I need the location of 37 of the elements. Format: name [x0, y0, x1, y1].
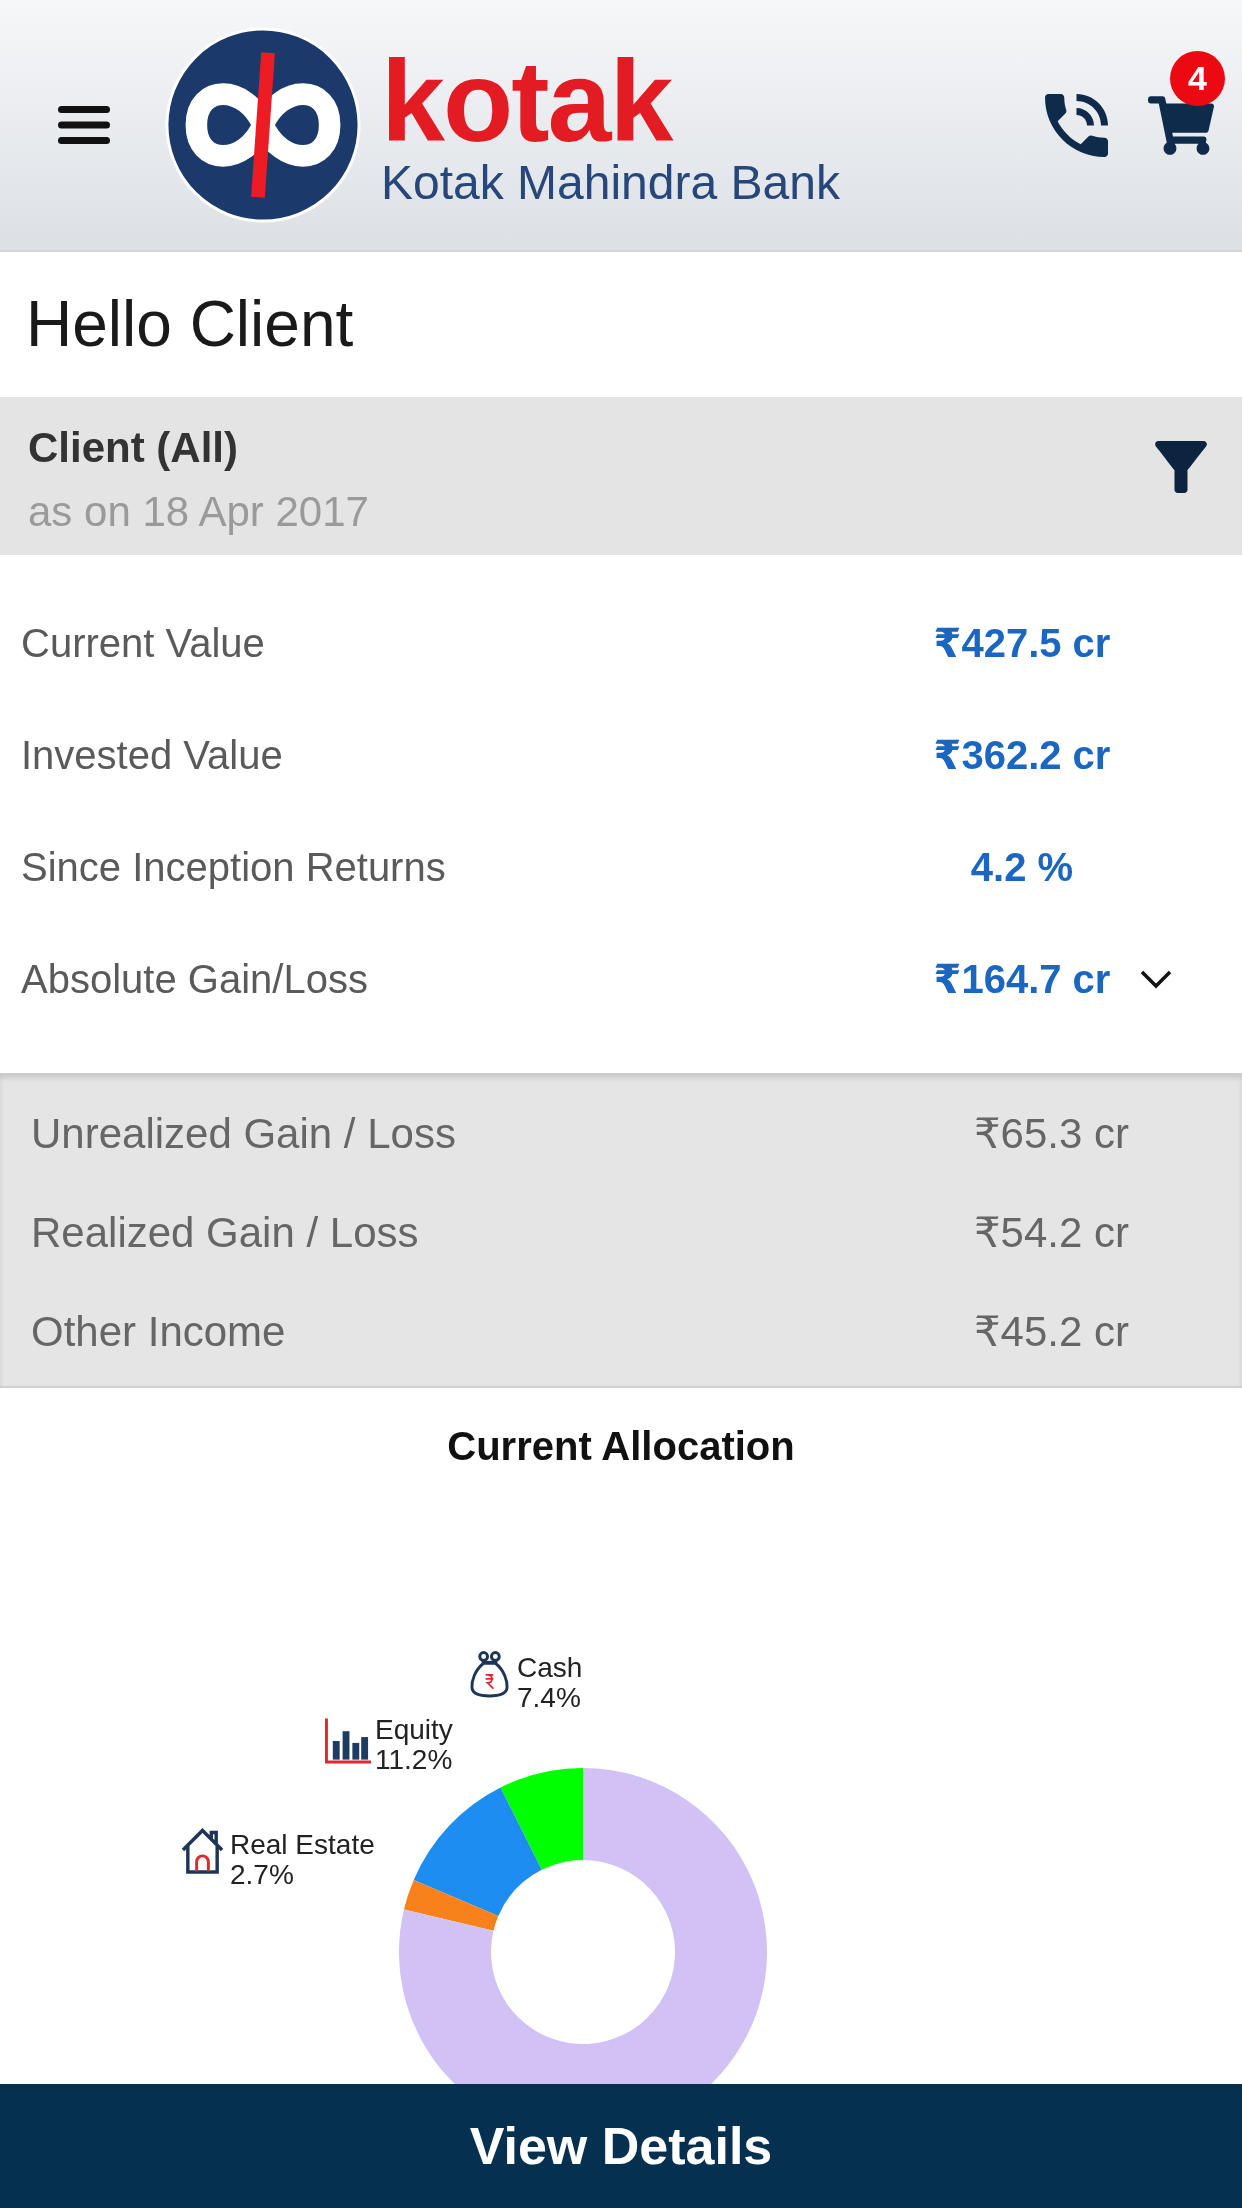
brand-name: kotak	[381, 43, 672, 159]
house-icon	[182, 1830, 223, 1872]
percentage-label: 2.7%	[230, 1859, 294, 1890]
category-label: Equity	[375, 1714, 453, 1745]
client-title: Client (All)	[28, 423, 238, 473]
greeting-heading: Hello Client	[26, 289, 354, 360]
metric-value: 4.2 %	[970, 844, 1074, 890]
bar-chart-icon	[326, 1718, 371, 1763]
as-of-date: as on 18 Apr 2017	[28, 487, 369, 537]
percentage-label: 7.4%	[517, 1682, 581, 1713]
cart-count-badge: 4	[1170, 50, 1225, 106]
metric-label: Invested Value	[21, 732, 283, 778]
logo-icon	[165, 27, 361, 223]
category-label: Cash	[517, 1652, 583, 1683]
menu-icon[interactable]	[58, 106, 110, 144]
brand-subtitle: Kotak Mahindra Bank	[381, 158, 840, 207]
percentage-label: 11.2%	[375, 1744, 453, 1775]
category-label: Real Estate	[230, 1829, 375, 1860]
metric-value: ₹362.2 cr	[933, 732, 1111, 778]
breakdown-value: ₹54.2 cr	[973, 1208, 1129, 1257]
filter-icon[interactable]	[1155, 441, 1207, 493]
breakdown-value: ₹45.2 cr	[973, 1307, 1129, 1356]
breakdown-label: Unrealized Gain / Loss	[31, 1109, 456, 1158]
phone-icon[interactable]	[1045, 93, 1108, 157]
metric-label: Current Value	[21, 620, 265, 666]
breakdown-label: Realized Gain / Loss	[31, 1208, 419, 1257]
chevron-down-icon[interactable]	[1140, 969, 1172, 989]
breakdown-value: ₹65.3 cr	[973, 1109, 1129, 1158]
metric-value: ₹164.7 cr	[933, 956, 1111, 1002]
view-details-button[interactable]: View Details	[0, 2084, 1242, 2208]
metric-label: Since Inception Returns	[21, 844, 446, 890]
money-bag-icon	[471, 1652, 508, 1696]
chart-title: Current Allocation	[447, 1426, 795, 1466]
cart-icon[interactable]	[1148, 95, 1214, 155]
metric-label: Absolute Gain/Loss	[21, 956, 368, 1002]
metric-value: ₹427.5 cr	[933, 620, 1111, 666]
breakdown-label: Other Income	[31, 1307, 286, 1356]
